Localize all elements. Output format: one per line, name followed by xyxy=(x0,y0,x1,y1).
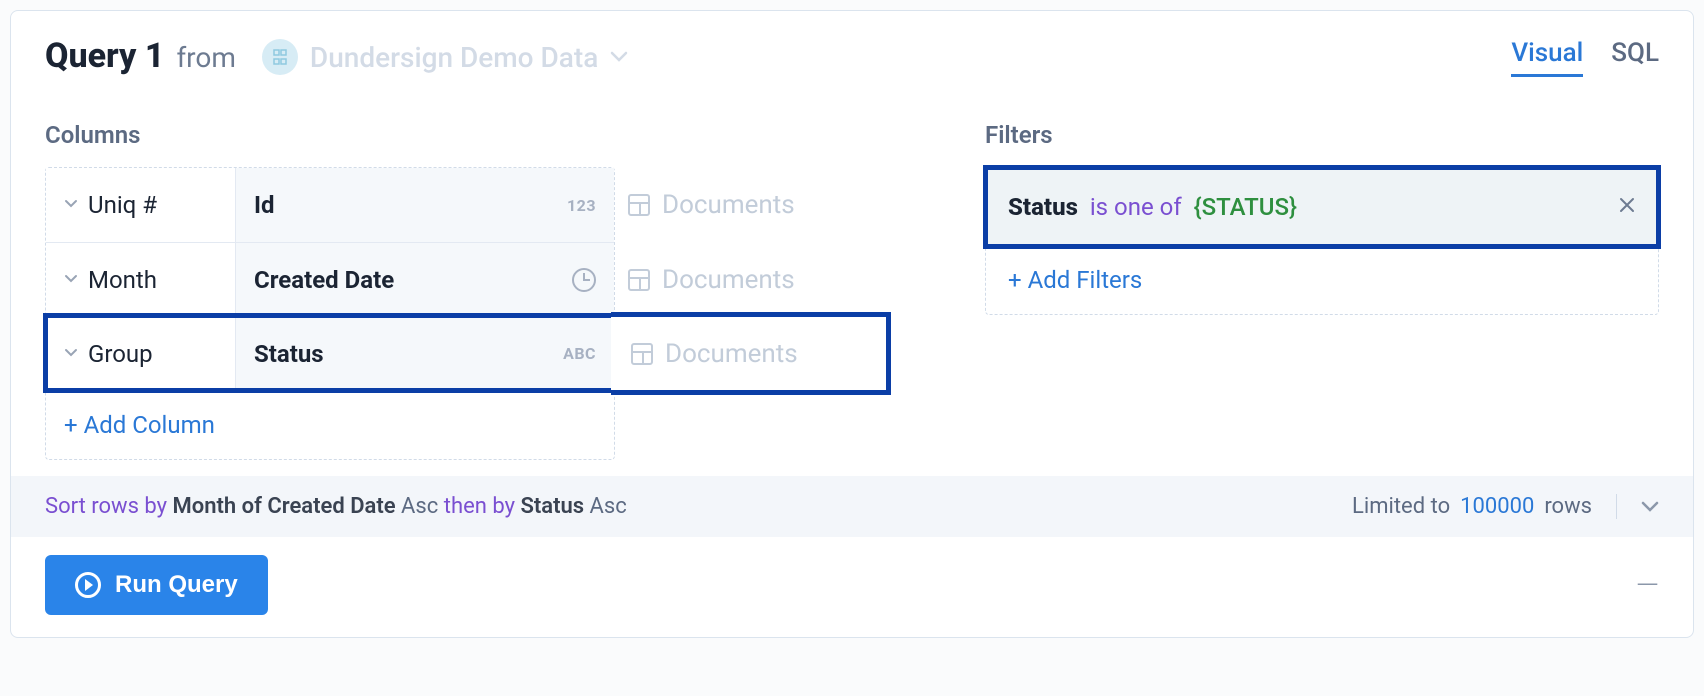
filters-table: Status is one of {STATUS} + Add Filters xyxy=(985,167,1659,315)
table-name: Documents xyxy=(662,265,795,295)
filters-heading: Filters xyxy=(985,121,1659,149)
table-reference[interactable]: Documents xyxy=(628,243,795,316)
field-name: Id xyxy=(254,191,275,219)
row-limit[interactable]: Limited to 100000 rows xyxy=(1352,494,1659,519)
table-name: Documents xyxy=(665,339,798,369)
sort-field-2: Status xyxy=(520,494,584,519)
field-selector[interactable]: Status ABC xyxy=(236,317,614,390)
filters-section: Filters Status is one of {STATUS} + Add … xyxy=(985,121,1659,460)
run-query-button[interactable]: Run Query xyxy=(45,555,268,615)
text-type-icon: ABC xyxy=(563,344,596,363)
sort-field-1: Month of Created Date xyxy=(173,494,396,519)
filter-operator: is one of xyxy=(1090,193,1182,221)
collapse-icon[interactable]: — xyxy=(1636,568,1659,603)
data-source-selector[interactable]: Dundersign Demo Data xyxy=(248,33,642,81)
table-reference[interactable]: Documents xyxy=(628,168,795,242)
play-icon xyxy=(75,572,101,598)
add-column-button[interactable]: + Add Column xyxy=(46,390,614,459)
aggregation-label: Group xyxy=(88,340,153,368)
column-row: Uniq # Id 123 Documents xyxy=(46,168,614,242)
add-filter-button[interactable]: + Add Filters xyxy=(986,246,1658,314)
column-row-highlighted: Group Status ABC Documents xyxy=(46,316,614,390)
columns-table: Uniq # Id 123 Documents xyxy=(45,167,615,460)
field-selector[interactable]: Id 123 xyxy=(236,168,614,242)
chevron-down-icon xyxy=(610,48,628,67)
limit-label: Limited to xyxy=(1352,494,1450,519)
table-name: Documents xyxy=(662,190,795,220)
aggregation-label: Month xyxy=(88,266,157,294)
table-icon xyxy=(631,343,653,365)
panel-footer: Run Query — xyxy=(11,537,1693,637)
sort-intro: Sort rows by xyxy=(45,494,167,519)
tab-sql[interactable]: SQL xyxy=(1611,38,1659,77)
limit-suffix: rows xyxy=(1544,494,1592,519)
sort-description: Sort rows by Month of Created Date Asc t… xyxy=(45,494,627,519)
aggregation-selector[interactable]: Uniq # xyxy=(46,168,236,242)
field-name: Created Date xyxy=(254,266,394,294)
filter-value: {STATUS} xyxy=(1194,193,1297,221)
chevron-down-icon xyxy=(64,346,78,362)
remove-filter-icon[interactable] xyxy=(1618,195,1636,220)
field-name: Status xyxy=(254,340,324,368)
sort-bar[interactable]: Sort rows by Month of Created Date Asc t… xyxy=(11,476,1693,537)
from-label: from xyxy=(176,41,235,74)
header-left: Query 1 from Dundersign Demo Data xyxy=(45,33,642,81)
data-source-name: Dundersign Demo Data xyxy=(310,41,598,74)
aggregation-selector[interactable]: Group xyxy=(46,317,236,390)
panel-header: Query 1 from Dundersign Demo Data Visual… xyxy=(11,11,1693,91)
number-type-icon: 123 xyxy=(567,196,596,215)
mode-tabs: Visual SQL xyxy=(1511,38,1659,77)
columns-section: Columns Uniq # Id 123 Docu xyxy=(45,121,945,460)
filter-row-highlighted[interactable]: Status is one of {STATUS} xyxy=(986,168,1658,246)
clock-type-icon xyxy=(572,268,596,292)
tab-visual[interactable]: Visual xyxy=(1511,38,1583,77)
chevron-down-icon xyxy=(64,197,78,213)
table-icon xyxy=(628,194,650,216)
field-selector[interactable]: Created Date xyxy=(236,243,614,316)
table-icon xyxy=(628,269,650,291)
aggregation-label: Uniq # xyxy=(88,191,157,219)
query-panel: Query 1 from Dundersign Demo Data Visual… xyxy=(10,10,1694,638)
query-title[interactable]: Query 1 xyxy=(45,36,164,76)
chevron-down-icon[interactable] xyxy=(1616,494,1659,519)
chevron-down-icon xyxy=(64,272,78,288)
aggregation-selector[interactable]: Month xyxy=(46,243,236,316)
database-icon xyxy=(262,39,298,75)
sort-then: then by xyxy=(444,494,515,519)
columns-heading: Columns xyxy=(45,121,945,149)
column-row: Month Created Date Documents xyxy=(46,242,614,316)
sort-direction-2: Asc xyxy=(590,494,627,519)
sort-direction-1: Asc xyxy=(401,494,438,519)
filter-expression: Status is one of {STATUS} xyxy=(1008,193,1297,221)
run-button-label: Run Query xyxy=(115,571,238,599)
table-reference-highlighted[interactable]: Documents xyxy=(611,312,891,395)
limit-value: 100000 xyxy=(1460,494,1534,519)
filter-field: Status xyxy=(1008,193,1078,221)
panel-body: Columns Uniq # Id 123 Docu xyxy=(11,91,1693,476)
